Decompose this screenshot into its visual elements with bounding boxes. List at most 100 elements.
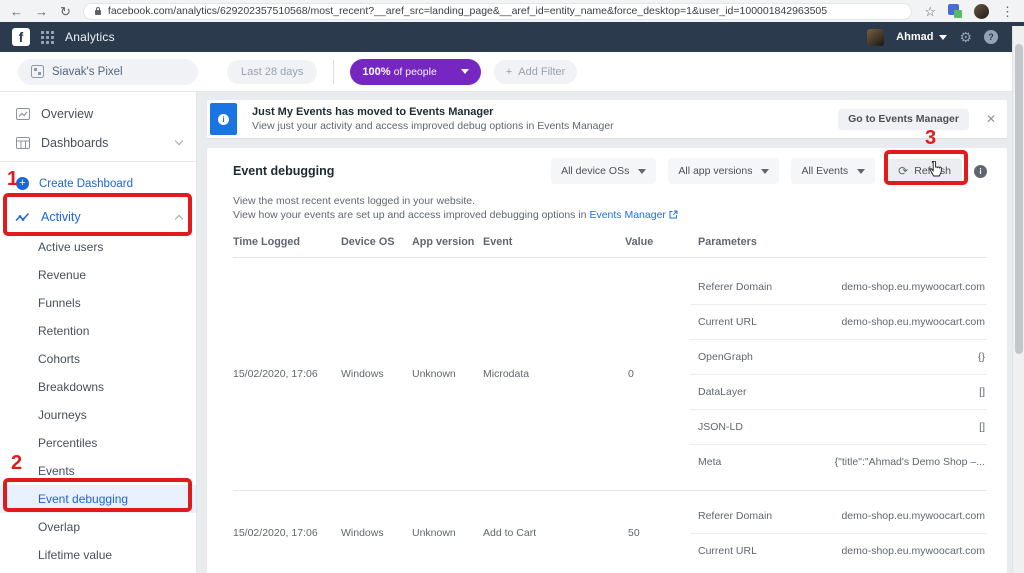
forward-icon[interactable]: → — [35, 5, 48, 18]
browser-profile-avatar[interactable] — [974, 4, 989, 19]
cell-parameters: Referer Domain demo-shop.eu.mywoocart.co… — [690, 491, 987, 573]
pixel-icon — [31, 65, 44, 78]
banner-subtitle: View just your activity and access impro… — [252, 120, 614, 132]
col-app-version: App version — [412, 236, 483, 248]
refresh-label: Refresh — [914, 165, 951, 177]
facebook-logo[interactable]: f — [12, 28, 30, 46]
sidebar-item-activity[interactable]: Activity — [0, 201, 196, 233]
caret-down-icon — [638, 169, 646, 174]
sidebar-item-retention[interactable]: Retention — [0, 317, 196, 345]
col-time-logged: Time Logged — [233, 236, 341, 248]
refresh-button[interactable]: ⟳ Refresh — [887, 159, 962, 183]
banner-title: Just My Events has moved to Events Manag… — [252, 106, 614, 118]
audience-selector[interactable]: 100% of people — [350, 59, 480, 85]
col-event: Event — [483, 236, 625, 248]
user-menu-caret-icon — [939, 35, 947, 40]
param-row: Meta {"title":"Ahmad's Demo Shop –... — [690, 444, 987, 479]
table-row: 15/02/2020, 17:06 Windows Unknown Microd… — [207, 258, 1007, 490]
cell-device-os: Windows — [341, 368, 412, 380]
cell-device-os: Windows — [341, 527, 412, 539]
sidebar-item-events[interactable]: Events — [0, 457, 196, 485]
col-parameters: Parameters — [690, 236, 987, 248]
back-icon[interactable]: ← — [10, 5, 23, 18]
scrollbar[interactable] — [1012, 26, 1024, 573]
browser-bar: ← → ↻ facebook.com/analytics/62920235751… — [0, 0, 1024, 22]
description-line-2: View how your events are set up and acce… — [233, 209, 987, 223]
info-circle-icon[interactable]: i — [974, 165, 987, 178]
col-value: Value — [625, 236, 690, 248]
param-row: Referer Domain demo-shop.eu.mywoocart.co… — [690, 498, 987, 533]
external-link-icon — [669, 210, 678, 219]
sidebar-item-breakdowns[interactable]: Breakdowns — [0, 373, 196, 401]
reload-icon[interactable]: ↻ — [60, 5, 71, 18]
event-debugging-panel: Event debugging All device OSs All app v… — [207, 148, 1007, 573]
audience-label: of people — [394, 66, 437, 78]
browser-menu-icon[interactable]: ⋮ — [1001, 5, 1014, 18]
sidebar-item-overview[interactable]: Overview — [0, 99, 196, 128]
settings-gear-icon[interactable]: ⚙ — [959, 29, 972, 46]
date-range-selector[interactable]: Last 28 days — [227, 60, 317, 84]
events-manager-link[interactable]: Events Manager — [589, 209, 665, 221]
cell-app-version: Unknown — [412, 527, 483, 539]
col-device-os: Device OS — [341, 236, 412, 248]
pixel-name: Siavak's Pixel — [52, 66, 123, 78]
user-name: Ahmad — [896, 31, 933, 43]
pixel-selector[interactable]: Siavak's Pixel — [18, 59, 198, 85]
sidebar: Overview Dashboards + Create Dashboard A… — [0, 92, 197, 573]
create-dashboard-button[interactable]: + Create Dashboard — [0, 166, 196, 201]
sidebar-item-label: Dashboards — [41, 136, 108, 150]
url-text: facebook.com/analytics/629202357510568/m… — [108, 5, 827, 17]
cell-value: 0 — [625, 368, 690, 380]
sidebar-item-cohorts[interactable]: Cohorts — [0, 345, 196, 373]
filter-app-versions[interactable]: All app versions — [668, 158, 779, 184]
param-row: Current URL demo-shop.eu.mywoocart.com — [690, 304, 987, 339]
help-icon[interactable]: ? — [984, 30, 998, 44]
caret-down-icon — [761, 169, 769, 174]
table-row: 15/02/2020, 17:06 Windows Unknown Add to… — [207, 491, 1007, 573]
date-range-label: Last 28 days — [241, 66, 303, 78]
cell-time-logged: 15/02/2020, 17:06 — [233, 368, 341, 380]
page-title: Event debugging — [233, 164, 334, 178]
banner-close-icon[interactable]: ✕ — [986, 113, 996, 125]
param-row: JSON-LD [] — [690, 409, 987, 444]
dashboards-icon — [14, 137, 31, 149]
caret-down-icon — [461, 69, 469, 74]
sidebar-item-funnels[interactable]: Funnels — [0, 289, 196, 317]
sidebar-item-journeys[interactable]: Journeys — [0, 401, 196, 429]
scrollbar-thumb[interactable] — [1015, 44, 1023, 354]
analytics-toolbar: Siavak's Pixel Last 28 days 100% of peop… — [0, 52, 1024, 92]
add-filter-button[interactable]: + Add Filter — [494, 60, 578, 84]
sidebar-item-overlap[interactable]: Overlap — [0, 513, 196, 541]
go-to-events-manager-button[interactable]: Go to Events Manager — [838, 109, 969, 130]
sidebar-item-event-debugging[interactable]: Event debugging — [0, 485, 196, 513]
sidebar-item-percentiles[interactable]: Percentiles — [0, 429, 196, 457]
plus-circle-icon: + — [16, 177, 29, 190]
sidebar-item-active-users[interactable]: Active users — [0, 233, 196, 261]
user-menu[interactable]: Ahmad — [896, 31, 947, 43]
sidebar-item-lifetime-value[interactable]: Lifetime value — [0, 541, 196, 569]
caret-down-icon — [857, 169, 865, 174]
overview-chart-icon — [14, 108, 31, 120]
plus-icon: + — [506, 66, 512, 78]
user-avatar[interactable] — [867, 29, 884, 46]
app-grid-icon[interactable] — [41, 31, 54, 44]
sidebar-item-label: Overview — [41, 107, 93, 121]
audience-percent: 100% — [362, 66, 390, 78]
sidebar-divider — [0, 161, 196, 162]
bookmark-star-icon[interactable]: ☆ — [924, 5, 936, 18]
activity-icon — [14, 211, 31, 223]
cell-parameters: Referer Domain demo-shop.eu.mywoocart.co… — [690, 258, 987, 490]
lock-icon — [94, 6, 102, 16]
sidebar-item-revenue[interactable]: Revenue — [0, 261, 196, 289]
table-header: Time Logged Device OS App version Event … — [207, 222, 1007, 248]
description: View the most recent events logged in yo… — [207, 184, 1007, 222]
filter-all-events[interactable]: All Events — [791, 158, 875, 184]
param-row: OpenGraph {} — [690, 339, 987, 374]
address-bar[interactable]: facebook.com/analytics/629202357510568/m… — [83, 3, 912, 20]
filter-device-os[interactable]: All device OSs — [551, 158, 656, 184]
sidebar-item-dashboards[interactable]: Dashboards — [0, 128, 196, 157]
refresh-icon: ⟳ — [898, 165, 908, 177]
extension-icon[interactable] — [948, 4, 962, 18]
param-row: DataLayer [] — [690, 374, 987, 409]
activity-label: Activity — [41, 210, 81, 224]
